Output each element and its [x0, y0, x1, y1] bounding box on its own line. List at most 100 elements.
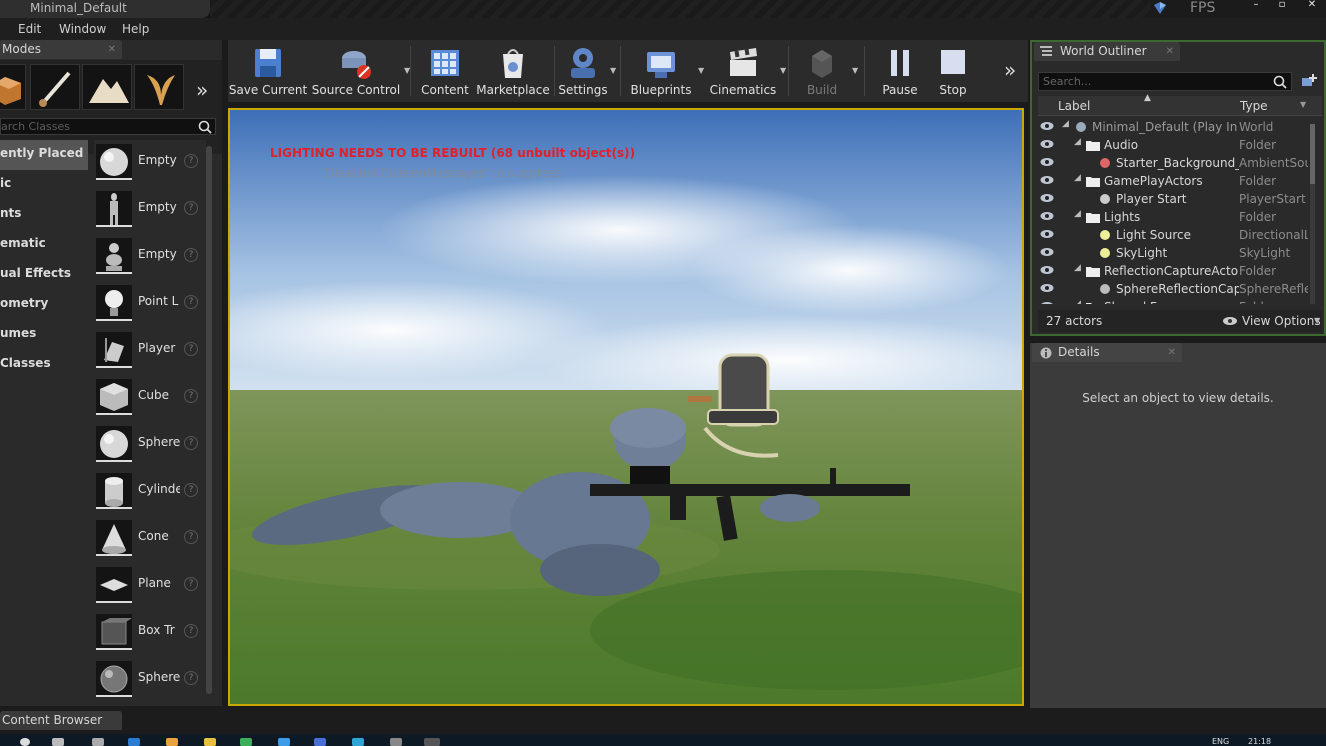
column-label[interactable]: Label — [1058, 99, 1090, 113]
menu-edit[interactable]: Edit — [18, 22, 41, 36]
placeable-scrollbar[interactable] — [206, 146, 212, 694]
pause-button[interactable]: Pause — [876, 40, 924, 102]
placeable-item[interactable]: Cube? — [94, 375, 206, 419]
visibility-eye-icon[interactable] — [1040, 265, 1054, 275]
category-item[interactable]: ual Effects — [0, 260, 88, 290]
visibility-eye-icon[interactable] — [1040, 229, 1054, 239]
category-item[interactable]: ic — [0, 170, 88, 200]
placeable-item[interactable]: Empty? — [94, 234, 206, 278]
unreal-taskbar-icon[interactable] — [424, 738, 440, 746]
close-icon[interactable]: ✕ — [108, 40, 116, 59]
store-icon[interactable] — [92, 738, 104, 746]
chevron-down-icon[interactable]: ▼ — [1300, 100, 1306, 109]
help-icon[interactable]: ? — [184, 295, 198, 309]
close-icon[interactable]: ✕ — [1168, 343, 1176, 362]
tree-expand-icon[interactable]: ◢ — [1074, 263, 1081, 273]
close-button[interactable]: ✕ — [1302, 0, 1322, 10]
language-indicator[interactable]: ENG — [1212, 737, 1229, 746]
stop-button[interactable]: Stop — [930, 40, 976, 102]
help-icon[interactable]: ? — [184, 671, 198, 685]
world-outliner-tab[interactable]: World Outliner ✕ — [1034, 42, 1180, 61]
content-browser-tab[interactable]: Content Browser — [0, 711, 122, 730]
visibility-eye-icon[interactable] — [1040, 139, 1054, 149]
level-viewport[interactable]: LIGHTING NEEDS TO BE REBUILT (68 unbuilt… — [228, 108, 1024, 706]
outliner-row[interactable]: Starter_Background_CueAmbientSound — [1038, 154, 1308, 172]
category-item[interactable]: nts — [0, 200, 88, 230]
placeable-item[interactable]: Empty? — [94, 187, 206, 231]
chevron-down-icon[interactable]: ▼ — [610, 66, 616, 75]
app-icon[interactable] — [390, 738, 402, 746]
chevron-down-icon[interactable]: ▼ — [1314, 316, 1320, 325]
minimize-button[interactable]: – — [1246, 0, 1266, 10]
outliner-scroll-thumb[interactable] — [1310, 124, 1315, 184]
blueprints-button[interactable]: Blueprints — [626, 40, 696, 102]
chevron-down-icon[interactable]: ▼ — [404, 66, 410, 75]
placeable-item[interactable]: Point L? — [94, 281, 206, 325]
add-actor-icon[interactable] — [1300, 72, 1318, 90]
landscape-mode-button[interactable] — [82, 64, 132, 110]
placeable-item[interactable]: Sphere? — [94, 657, 206, 701]
browser-icon[interactable] — [128, 738, 140, 746]
chrome-icon[interactable] — [240, 738, 252, 746]
help-icon[interactable]: ? — [184, 389, 198, 403]
cinematics-button[interactable]: Cinematics — [708, 40, 778, 102]
category-item[interactable]: ematic — [0, 230, 88, 260]
outliner-row[interactable]: ◢ Shared FramesFolder — [1038, 298, 1308, 304]
visibility-eye-icon[interactable] — [1040, 193, 1054, 203]
category-item[interactable]: Classes — [0, 350, 88, 380]
folder-icon[interactable] — [204, 738, 216, 746]
placeable-item[interactable]: Sphere? — [94, 422, 206, 466]
chevron-down-icon[interactable]: ▼ — [780, 66, 786, 75]
help-icon[interactable]: ? — [184, 624, 198, 638]
app-icon[interactable] — [352, 738, 364, 746]
category-item[interactable]: ently Placed — [0, 140, 88, 170]
help-icon[interactable]: ? — [184, 201, 198, 215]
visibility-eye-icon[interactable] — [1040, 283, 1054, 293]
help-icon[interactable]: ? — [184, 342, 198, 356]
clock[interactable]: 21:18 — [1248, 737, 1271, 746]
outliner-search-input[interactable]: Search... — [1038, 72, 1292, 91]
chevron-down-icon[interactable]: ▼ — [698, 66, 704, 75]
outliner-row[interactable]: ◢ Minimal_Default (Play In Editor)World — [1038, 118, 1308, 136]
placeable-item[interactable]: Empty? — [94, 140, 206, 184]
outliner-row[interactable]: SkyLight SkyLight — [1038, 244, 1308, 262]
menu-window[interactable]: Window — [59, 22, 106, 36]
details-tab[interactable]: Details ✕ — [1032, 343, 1182, 362]
tree-expand-icon[interactable]: ◢ — [1074, 137, 1081, 147]
visibility-eye-icon[interactable] — [1040, 157, 1054, 167]
outliner-row[interactable]: ◢ Lights Folder — [1038, 208, 1308, 226]
outliner-row[interactable]: ◢ GamePlayActors Folder — [1038, 172, 1308, 190]
help-icon[interactable]: ? — [184, 436, 198, 450]
tree-expand-icon[interactable]: ◢ — [1074, 209, 1081, 219]
outliner-row[interactable]: SphereReflectionCaptureSphereReflectionC… — [1038, 280, 1308, 298]
category-item[interactable]: umes — [0, 320, 88, 350]
visibility-eye-icon[interactable] — [1040, 211, 1054, 221]
help-icon[interactable]: ? — [184, 248, 198, 262]
content-button[interactable]: Content — [418, 40, 472, 102]
maximize-button[interactable]: ▫ — [1272, 0, 1292, 10]
placeable-item[interactable]: Cylinde? — [94, 469, 206, 513]
chevron-right-icon[interactable]: » — [196, 78, 208, 102]
visibility-eye-icon[interactable] — [1040, 175, 1054, 185]
toolbar-overflow-icon[interactable]: » — [1004, 58, 1016, 82]
outliner-row[interactable]: ◢ Audio Folder — [1038, 136, 1308, 154]
help-icon[interactable]: ? — [184, 154, 198, 168]
help-icon[interactable]: ? — [184, 483, 198, 497]
placeable-item[interactable]: Player? — [94, 328, 206, 372]
marketplace-button[interactable]: Marketplace — [476, 40, 550, 102]
outliner-row[interactable]: Player Start PlayerStart — [1038, 190, 1308, 208]
outliner-row[interactable]: ◢ ReflectionCaptureActors Folder — [1038, 262, 1308, 280]
build-button[interactable]: Build — [794, 40, 850, 102]
chevron-down-icon[interactable]: ▼ — [852, 66, 858, 75]
app-icon[interactable] — [166, 738, 178, 746]
level-tab[interactable]: Minimal_Default — [0, 0, 210, 18]
visibility-eye-icon[interactable] — [1040, 247, 1054, 257]
column-type[interactable]: Type — [1240, 99, 1268, 113]
settings-button[interactable]: Settings — [558, 40, 608, 102]
placeable-item[interactable]: Box Tr? — [94, 610, 206, 654]
placeable-item[interactable]: Cone? — [94, 516, 206, 560]
app-icon[interactable] — [278, 738, 290, 746]
tree-expand-icon[interactable]: ◢ — [1074, 299, 1081, 304]
visibility-eye-icon[interactable] — [1040, 301, 1054, 304]
app-icon[interactable] — [314, 738, 326, 746]
